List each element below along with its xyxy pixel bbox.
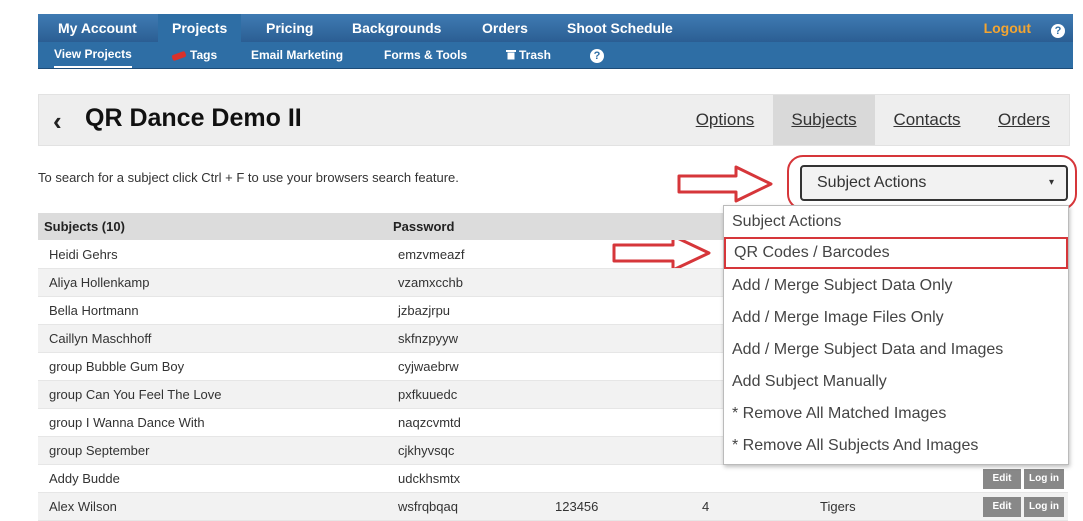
edit-button[interactable]: Edit [983,497,1021,517]
subnav-trash[interactable]: Trash [506,42,551,68]
help-icon[interactable]: ? [1051,21,1065,39]
nav-my-account[interactable]: My Account [44,14,151,42]
login-button[interactable]: Log in [1024,497,1064,517]
project-header: ‹ QR Dance Demo II Options Subjects Cont… [38,94,1070,146]
trash-icon [506,50,516,60]
search-hint: To search for a subject click Ctrl + F t… [38,170,459,185]
menu-item-remove-matched[interactable]: * Remove All Matched Images [724,398,1068,430]
menu-item-merge-data[interactable]: Add / Merge Subject Data Only [724,270,1068,302]
subject-name: group Bubble Gum Boy [49,359,185,374]
page-title: QR Dance Demo II [85,104,302,132]
subject-password: jzbazjrpu [398,303,451,318]
menu-item-merge-data-images[interactable]: Add / Merge Subject Data and Images [724,334,1068,366]
subnav-view-projects[interactable]: View Projects [54,42,132,68]
subject-name: Alex Wilson [49,499,117,514]
subject-actions-select[interactable]: Subject Actions ▾ [800,165,1068,201]
subject-field-5: Tigers [820,499,856,514]
subject-password: udckhsmtx [398,471,461,486]
subject-name: group September [49,443,150,458]
table-row: Addy Budde udckhsmtx Edit Log in [38,465,1068,493]
top-nav-bar: My Account Projects Pricing Backgrounds … [38,14,1073,42]
subject-name: Caillyn Maschhoff [49,331,152,346]
nav-projects[interactable]: Projects [158,14,242,42]
subject-field-3: 123456 [555,499,599,514]
tab-contacts[interactable]: Contacts [885,95,969,145]
subject-name: group Can You Feel The Love [49,387,222,402]
subnav-tags[interactable]: Tags [171,42,218,68]
nav-shoot-schedule[interactable]: Shoot Schedule [553,14,687,42]
logout-link[interactable]: Logout [984,14,1031,42]
login-button[interactable]: Log in [1024,469,1064,489]
subject-password: skfnzpyyw [398,331,458,346]
subnav-trash-label: Trash [519,48,552,62]
tab-orders[interactable]: Orders [989,95,1059,145]
menu-item-remove-all[interactable]: * Remove All Subjects And Images [724,430,1068,462]
sub-nav-bar: View Projects Tags Email Marketing Forms… [38,42,1073,69]
subject-password: cjkhyvsqc [398,443,455,458]
nav-backgrounds[interactable]: Backgrounds [338,14,455,42]
subject-password: emzvmeazf [398,247,465,262]
subnav-forms-tools[interactable]: Forms & Tools [384,42,467,68]
subject-name: Addy Budde [49,471,120,486]
subject-name: Aliya Hollenkamp [49,275,150,290]
tag-icon [171,50,187,62]
subject-password: wsfrqbqaq [398,499,458,514]
subnav-tags-label: Tags [190,48,218,62]
subject-actions-value: Subject Actions [817,174,927,191]
header-password[interactable]: Password [393,213,454,240]
nav-pricing[interactable]: Pricing [252,14,327,42]
subject-actions-menu: Subject Actions QR Codes / Barcodes Add … [723,205,1069,465]
annotation-arrow-icon [677,165,773,203]
subject-name: Bella Hortmann [49,303,139,318]
subject-name: group I Wanna Dance With [49,415,205,430]
header-subjects[interactable]: Subjects (10) [44,213,125,240]
subnav-help-icon[interactable]: ? [590,48,604,63]
subject-password: vzamxcchb [398,275,464,290]
subject-password: pxfkuuedc [398,387,458,402]
menu-item-subject-actions[interactable]: Subject Actions [724,206,1068,238]
help-glyph: ? [1051,24,1065,38]
subnav-email-marketing[interactable]: Email Marketing [251,42,343,68]
menu-item-merge-images[interactable]: Add / Merge Image Files Only [724,302,1068,334]
subject-password: naqzcvmtd [398,415,461,430]
tab-options[interactable]: Options [689,95,761,145]
menu-item-add-manually[interactable]: Add Subject Manually [724,366,1068,398]
nav-orders[interactable]: Orders [468,14,542,42]
menu-item-qr-codes[interactable]: QR Codes / Barcodes [724,237,1068,269]
subject-password: cyjwaebrw [398,359,459,374]
help-glyph-sub: ? [590,49,604,63]
table-row: Alex Wilson wsfrqbqaq 123456 4 Tigers Ed… [38,493,1068,521]
subject-name: Heidi Gehrs [49,247,118,262]
edit-button[interactable]: Edit [983,469,1021,489]
chevron-down-icon: ▾ [1048,177,1054,188]
back-chevron-icon[interactable]: ‹ [53,106,62,137]
tab-subjects[interactable]: Subjects [773,95,875,145]
subject-field-4: 4 [702,499,710,514]
